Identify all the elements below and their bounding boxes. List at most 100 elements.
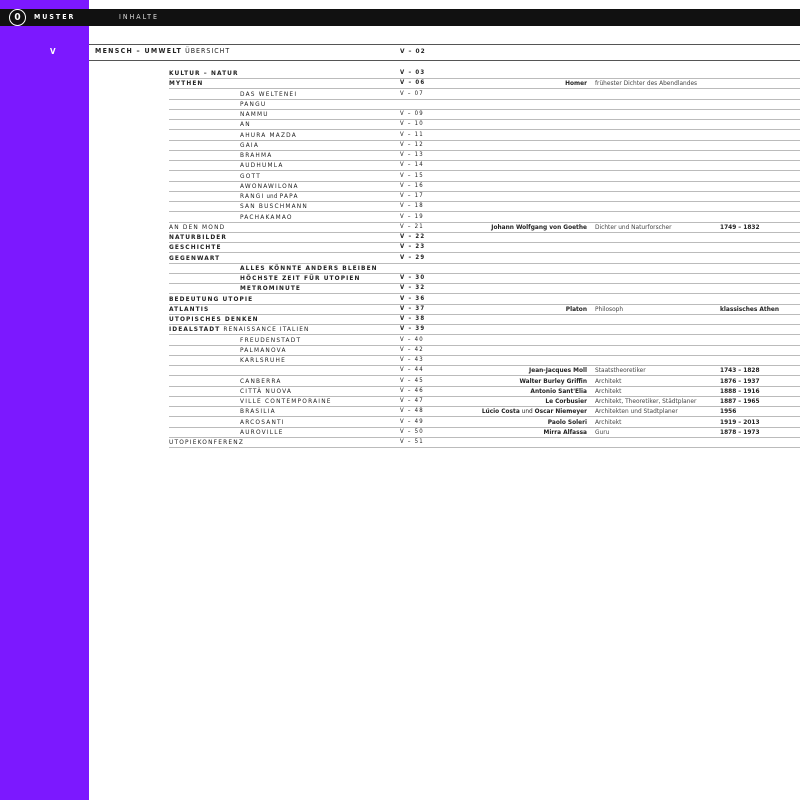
toc-label: AN DEN MOND [169, 223, 225, 231]
purple-sidebar [0, 0, 89, 800]
toc-page-number: V – 51 [400, 438, 424, 445]
toc-row[interactable]: UTOPIEKONFERENZ V – 51 [169, 437, 434, 448]
toc-label-text: PACHAKAMAO [240, 212, 293, 221]
person-name: Homer [565, 79, 587, 87]
section-title-rest: ÜBERSICHT [182, 47, 231, 55]
toc-label: GAIA [240, 141, 259, 149]
person-description: Guru [595, 427, 610, 436]
toc-label: CANBERRA [240, 377, 282, 385]
header-label: MUSTER [34, 13, 76, 21]
person-years: 1876 – 1937 [720, 376, 760, 385]
toc-label-text: AUDHUMLA [240, 161, 284, 170]
toc-page-number: V – 17 [400, 192, 424, 199]
toc-label-text: ALLES KÖNNTE ANDERS BLEIBEN [240, 263, 378, 272]
toc-label-text: ATLANTIS [169, 304, 210, 313]
toc-label: ARCOSANTI [240, 418, 285, 426]
toc-label: UTOPIEKONFERENZ [169, 438, 244, 446]
toc-page-number: V – 22 [400, 233, 426, 240]
toc-label: GEGENWART [169, 254, 220, 262]
person-years: klassisches Athen [720, 304, 780, 313]
person-name-text: Mirra Alfassa [543, 427, 588, 436]
toc-label: AUROVILLE [240, 428, 284, 436]
person-name-second: Oscar Niemeyer [534, 407, 587, 416]
person-years: 1887 – 1965 [720, 397, 760, 405]
toc-page-number: V – 30 [400, 274, 426, 281]
toc-label: MYTHEN [169, 79, 203, 87]
toc-label: BEDEUTUNG UTOPIE [169, 295, 253, 303]
toc-label-text: NAMMU [240, 110, 269, 118]
toc-label-text: AUROVILLE [240, 427, 284, 436]
toc-label: NATURBILDER [169, 233, 227, 241]
toc-page-number: V – 14 [400, 161, 424, 169]
section-page: V – 02 [400, 47, 426, 55]
toc-label: PANGU [240, 100, 266, 108]
toc-page-number: V – 44 [400, 366, 424, 374]
toc-label-text: AWONAWILONA [240, 181, 299, 190]
person-name-text: Platon [565, 304, 587, 313]
people-row [434, 437, 800, 448]
person-name-connector: und [519, 407, 535, 416]
toc-page-number: V – 19 [400, 212, 424, 220]
toc-label: ATLANTIS [169, 305, 209, 313]
toc-label: RANGI und PAPA [240, 192, 299, 200]
toc-label: GOTT [240, 172, 261, 180]
toc-label-text: SAN BUSCHMANN [240, 202, 308, 211]
person-name: Johann Wolfgang von Goethe [491, 223, 587, 231]
person-description: Philosoph [595, 304, 624, 313]
toc-label-text: ARCOSANTI [240, 417, 285, 426]
toc-label-text: GAIA [240, 140, 260, 149]
person-description: Architekten und Stadtplaner [595, 407, 678, 416]
toc-page-number: V – 29 [400, 253, 426, 261]
toc-label-text: PALMANOVA [240, 345, 287, 354]
toc-page-number: V – 03 [400, 69, 426, 76]
toc-label: KARLSRUHE [240, 356, 286, 364]
person-years: 1956 [720, 407, 737, 416]
toc-label: AN [240, 120, 251, 128]
toc-label: IDEALSTADT RENAISSANCE ITALIEN [169, 325, 309, 333]
toc-label: AHURA MAZDA [240, 131, 297, 139]
toc-label-text: CANBERRA [240, 376, 282, 385]
person-years: 1919 – 2013 [720, 417, 760, 426]
toc-page-number: V – 07 [400, 89, 424, 97]
toc-page-number: V – 16 [400, 181, 424, 189]
person-name-text: Johann Wolfgang von Goethe [491, 222, 587, 231]
person-description: Dichter und Naturforscher [595, 222, 672, 231]
toc-page-number: V – 15 [400, 171, 424, 179]
toc-page-number: V – 10 [400, 120, 424, 128]
person-name-text: Antonio Sant'Elia [530, 386, 587, 395]
toc-label-text: RANGI [240, 192, 265, 200]
toc-label-text: FREUDENSTADT [240, 335, 302, 344]
toc-label: BRASILIA [240, 407, 276, 415]
toc-label-text: PANGU [240, 99, 267, 108]
toc-page-number: V – 48 [400, 407, 424, 415]
toc-page-number: V – 40 [400, 335, 424, 343]
toc-page-number: V – 49 [400, 417, 424, 425]
toc-label: PACHAKAMAO [240, 213, 293, 221]
toc-page-number: V – 13 [400, 151, 424, 158]
toc-label-text: GEGENWART [169, 253, 221, 262]
toc-label-text: GOTT [240, 171, 261, 180]
toc-page-number: V – 50 [400, 427, 424, 435]
toc-label: AUDHUMLA [240, 161, 284, 169]
toc-label-text: AHURA MAZDA [240, 130, 297, 139]
toc-label: UTOPISCHES DENKEN [169, 315, 259, 323]
chapter-number-badge: 0 [9, 9, 26, 26]
toc-page-number: V – 32 [400, 284, 426, 292]
toc-label-text: DAS WELTENEI [240, 89, 298, 98]
person-name: Antonio Sant'Elia [530, 387, 587, 395]
section-bottom-rule [89, 60, 800, 61]
toc-page-number: V – 43 [400, 356, 424, 363]
person-years: 1878 – 1973 [720, 427, 760, 436]
person-description: Staatstheoretiker [595, 366, 646, 375]
person-name: Jean-Jacques Moll [529, 366, 587, 374]
toc-page-number: V – 18 [400, 202, 424, 210]
person-name: Platon [566, 305, 587, 313]
toc-page-number: V – 11 [400, 130, 424, 138]
toc-label-text: IDEALSTADT [169, 325, 221, 334]
toc-page-number: V – 36 [400, 294, 426, 302]
header-section: INHALTE [119, 13, 159, 21]
toc-label-text: VILLE CONTEMPORAINE [240, 397, 332, 405]
person-name: Lúcio Costa und Oscar Niemeyer [482, 407, 587, 415]
toc-label: KULTUR – NATUR [169, 69, 239, 77]
toc-label-text: METROMINUTE [240, 284, 302, 293]
